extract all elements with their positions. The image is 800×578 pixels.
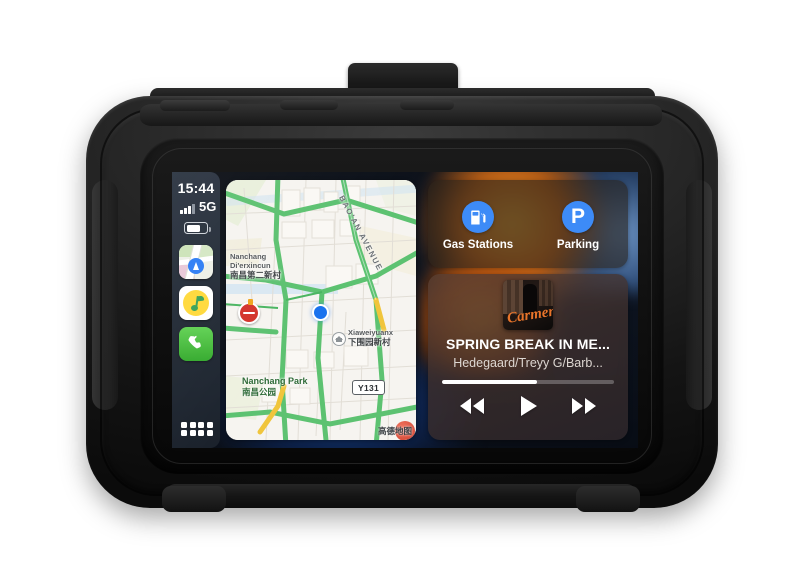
gas-pump-glyph bbox=[470, 210, 485, 224]
map-card[interactable]: BAO'AN AVENUE Nanchang Di'erxincun 南昌第二新… bbox=[226, 180, 416, 440]
parking-p-icon: P bbox=[562, 201, 594, 233]
network-type-label: 5G bbox=[199, 199, 217, 214]
case-bottom-tab-left bbox=[162, 486, 226, 512]
carplay-sidebar: 15:44 5G › bbox=[172, 172, 220, 448]
case-bottom-tab-right bbox=[576, 486, 640, 512]
case-top-lip-center bbox=[280, 100, 338, 110]
qq-music-app-icon[interactable] bbox=[179, 286, 213, 320]
no-entry-marker-icon[interactable] bbox=[238, 299, 260, 324]
sidebar-app-list bbox=[179, 245, 213, 361]
playback-progress-bar[interactable] bbox=[442, 380, 614, 384]
app-grid-icon[interactable] bbox=[181, 421, 213, 436]
cellular-signal-icon bbox=[180, 203, 195, 214]
route-shield-badge: Y131 bbox=[352, 380, 386, 395]
case-top-lip-left bbox=[160, 100, 230, 111]
maps-app-icon[interactable] bbox=[179, 245, 213, 279]
parking-letter: P bbox=[570, 205, 585, 228]
gas-pump-icon bbox=[462, 201, 494, 233]
play-button[interactable] bbox=[517, 394, 539, 418]
parking-shortcut[interactable]: P Parking bbox=[536, 201, 620, 251]
gas-stations-label: Gas Stations bbox=[442, 239, 514, 251]
playback-controls bbox=[428, 394, 628, 418]
now-playing-card: Carmen SPRING BREAK IN ME... Hedegaard/T… bbox=[428, 274, 628, 440]
album-art: Carmen bbox=[503, 280, 553, 330]
screenshot-stage: 15:44 5G › bbox=[0, 0, 800, 578]
previous-track-button[interactable] bbox=[457, 396, 487, 416]
poi-shortcuts-card: Gas Stations P Parking bbox=[428, 180, 628, 268]
poi-house-icon bbox=[332, 332, 346, 346]
map-place-label-xiaweiyuanx: Xiaweiyuanx 下围园新村 bbox=[348, 328, 394, 348]
map-place-label-nanchang-dierxincun: Nanchang Di'erxincun 南昌第二新村 bbox=[230, 252, 282, 281]
phone-app-icon[interactable] bbox=[179, 327, 213, 361]
track-artist: Hedegaard/Treyy G/Barb... bbox=[453, 356, 603, 370]
case-bottom-strap bbox=[166, 484, 636, 508]
carplay-screen[interactable]: 15:44 5G › bbox=[172, 172, 638, 448]
status-clock: 15:44 bbox=[177, 180, 215, 196]
track-title: SPRING BREAK IN ME... bbox=[446, 336, 610, 352]
current-location-dot bbox=[312, 304, 329, 321]
map-provider-watermark: 高德地图 bbox=[378, 421, 415, 440]
parking-label: Parking bbox=[556, 239, 600, 251]
case-top-lip-right bbox=[400, 100, 454, 110]
battery-icon bbox=[184, 222, 211, 234]
phone-handset-icon bbox=[188, 335, 201, 349]
gas-stations-shortcut[interactable]: Gas Stations bbox=[436, 201, 520, 251]
next-track-button[interactable] bbox=[569, 396, 599, 416]
map-place-label-nanchang-park: Nanchang Park 南昌公园 bbox=[242, 376, 308, 397]
